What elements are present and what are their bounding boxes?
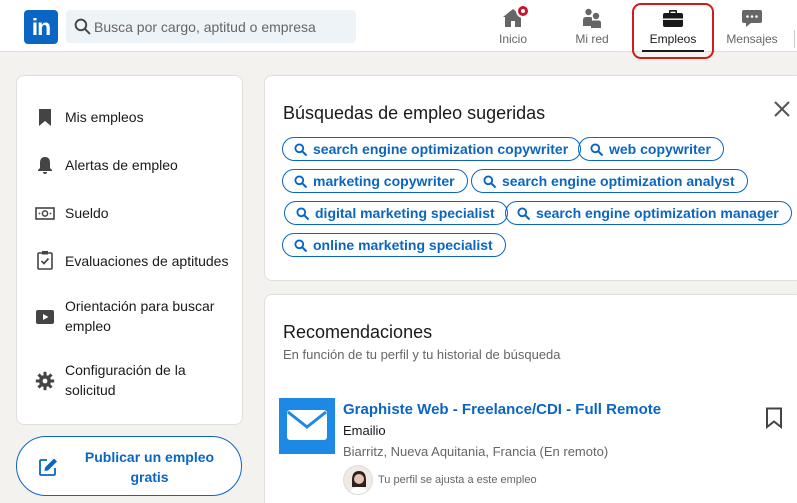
sidebar-item-sueldo[interactable]: Sueldo (17, 202, 242, 224)
search-icon (294, 239, 307, 252)
bell-icon (38, 157, 52, 174)
chat-icon (742, 10, 762, 27)
sidebar-item-orientacion[interactable]: Orientación para buscar empleo (17, 296, 242, 338)
card-title: Recomendaciones (283, 322, 433, 342)
nav-empleos[interactable]: Empleos (640, 0, 706, 52)
suggested-searches-card: Búsquedas de empleo sugeridas search eng… (264, 75, 797, 281)
pill-label: digital marketing specialist (315, 205, 495, 221)
video-icon (36, 310, 54, 324)
suggestion-pill[interactable]: marketing copywriter (282, 169, 468, 193)
sidebar-item-label: Orientación para buscar empleo (65, 298, 215, 334)
sidebar-item-label: Evaluaciones de aptitudes (65, 253, 229, 269)
pill-label: search engine optimization manager (536, 205, 779, 221)
search-icon (296, 207, 309, 220)
sidebar-item-alertas[interactable]: Alertas de empleo (17, 154, 242, 176)
people-icon (583, 8, 601, 28)
sidebar-item-label: Mis empleos (65, 109, 144, 125)
pill-label: web copywriter (609, 141, 711, 157)
job-title-link[interactable]: Graphiste Web - Freelance/CDI - Full Rem… (343, 401, 661, 418)
nav-label: Empleos (649, 32, 697, 46)
pill-label: search engine optimization copywriter (313, 141, 569, 157)
nav-label: Inicio (498, 32, 527, 46)
linkedin-logo[interactable]: in (24, 10, 58, 44)
suggestion-pill[interactable]: search engine optimization copywriter (282, 137, 582, 161)
jobs-sidebar: Mis empleos Alertas de empleo Sueldo Eva… (16, 75, 243, 425)
search-icon (74, 18, 91, 35)
gear-icon (35, 371, 55, 391)
person-avatar-icon (349, 471, 369, 494)
search-icon (483, 175, 496, 188)
job-company: Emailio (343, 423, 386, 438)
profile-match-text: Tu perfil se ajusta a este empleo (378, 474, 537, 486)
pill-label: marketing copywriter (313, 173, 455, 189)
nav-mi-red[interactable]: Mi red (564, 0, 620, 52)
pill-label: online marketing specialist (313, 237, 493, 253)
card-subtitle: En función de tu perfil y tu historial d… (283, 347, 561, 362)
money-icon (35, 207, 55, 220)
suggestion-pill[interactable]: online marketing specialist (282, 233, 506, 257)
company-logo[interactable] (279, 398, 335, 454)
post-job-button[interactable]: Publicar un empleo gratis (16, 436, 242, 496)
nav-divider (794, 30, 795, 48)
avatar (343, 465, 373, 495)
nav-inicio[interactable]: Inicio (486, 0, 540, 52)
active-tab-indicator (642, 50, 704, 52)
suggestion-pill[interactable]: search engine optimization manager (505, 201, 792, 225)
search-icon (517, 207, 530, 220)
clipboard-check-icon (37, 251, 53, 270)
post-job-label: Publicar un empleo gratis (84, 449, 215, 485)
search-icon (294, 175, 307, 188)
sidebar-item-evaluaciones[interactable]: Evaluaciones de aptitudes (17, 250, 242, 272)
suggestion-pill[interactable]: search engine optimization analyst (471, 169, 748, 193)
sidebar-item-configuracion[interactable]: Configuración de la solicitud (17, 360, 242, 402)
recommendations-card: Recomendaciones En función de tu perfil … (264, 294, 797, 503)
pencil-square-icon (39, 458, 57, 476)
sidebar-item-label: Alertas de empleo (65, 157, 178, 173)
suggestion-pill[interactable]: web copywriter (578, 137, 724, 161)
card-title: Búsquedas de empleo sugeridas (283, 103, 546, 123)
bookmark-icon (39, 109, 51, 126)
sidebar-item-label: Configuración de la solicitud (65, 362, 186, 398)
suggestion-pill[interactable]: digital marketing specialist (284, 201, 508, 225)
nav-label: Mi red (575, 32, 609, 46)
nav-mensajes[interactable]: Mensajes (722, 0, 782, 52)
search-icon (294, 143, 307, 156)
close-icon[interactable] (771, 98, 793, 120)
sidebar-item-label: Sueldo (65, 205, 109, 221)
notification-badge (516, 4, 530, 18)
envelope-icon (287, 410, 327, 440)
pill-label: search engine optimization analyst (502, 173, 735, 189)
search-input[interactable] (94, 10, 352, 43)
save-bookmark-icon[interactable] (765, 407, 783, 429)
top-nav-bar: in Inicio Mi red Empleos (0, 0, 797, 52)
briefcase-icon (663, 10, 683, 27)
search-icon (590, 143, 603, 156)
job-location: Biarritz, Nueva Aquitania, Francia (En r… (343, 444, 609, 459)
nav-label: Mensajes (726, 32, 778, 46)
search-box[interactable] (66, 10, 356, 43)
sidebar-item-mis-empleos[interactable]: Mis empleos (17, 106, 242, 128)
